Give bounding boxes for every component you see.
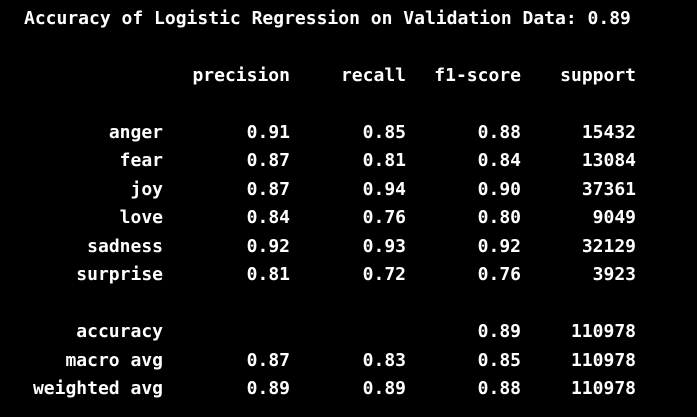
row-support: 9049: [592, 207, 636, 228]
row-support: 37361: [581, 179, 636, 200]
row-f1-score: 0.88: [477, 122, 521, 143]
row-recall: 0.89: [362, 378, 406, 399]
row-support: 110978: [570, 350, 636, 371]
row-label: fear: [119, 150, 163, 171]
row-label: weighted avg: [32, 378, 163, 399]
row-f1-score: 0.80: [477, 207, 521, 228]
row-precision: 0.87: [246, 179, 290, 200]
row-precision: 0.81: [246, 264, 290, 285]
row-precision: 0.92: [246, 236, 290, 257]
row-f1-score: 0.85: [477, 350, 521, 371]
row-precision: 0.87: [246, 150, 290, 171]
row-recall: 0.93: [362, 236, 406, 257]
row-precision: 0.87: [246, 350, 290, 371]
row-support: 32129: [581, 236, 636, 257]
row-recall: 0.72: [362, 264, 406, 285]
row-support: 3923: [592, 264, 636, 285]
row-label: surprise: [76, 264, 163, 285]
row-label: accuracy: [76, 321, 163, 342]
row-f1-score: 0.76: [477, 264, 521, 285]
row-recall: 0.83: [362, 350, 406, 371]
row-label: joy: [130, 179, 163, 200]
row-f1-score: 0.90: [477, 179, 521, 200]
row-f1-score: 0.89: [477, 321, 521, 342]
row-label: sadness: [87, 236, 163, 257]
report-title: Accuracy of Logistic Regression on Valid…: [24, 8, 631, 29]
row-support: 110978: [570, 378, 636, 399]
row-recall: 0.94: [362, 179, 406, 200]
header-recall: recall: [340, 65, 406, 86]
row-recall: 0.81: [362, 150, 406, 171]
row-recall: 0.76: [362, 207, 406, 228]
row-recall: 0.85: [362, 122, 406, 143]
header-support: support: [560, 65, 636, 86]
row-f1-score: 0.84: [477, 150, 521, 171]
row-label: love: [119, 207, 163, 228]
row-label: anger: [108, 122, 163, 143]
row-f1-score: 0.92: [477, 236, 521, 257]
row-support: 13084: [581, 150, 636, 171]
row-precision: 0.84: [246, 207, 290, 228]
row-precision: 0.89: [246, 378, 290, 399]
header-f1-score: f1-score: [434, 65, 521, 86]
row-precision: 0.91: [246, 122, 290, 143]
header-precision: precision: [192, 65, 290, 86]
row-support: 110978: [570, 321, 636, 342]
row-f1-score: 0.88: [477, 378, 521, 399]
row-label: macro avg: [65, 350, 163, 371]
row-support: 15432: [581, 122, 636, 143]
classification-report: Accuracy of Logistic Regression on Valid…: [0, 0, 697, 417]
